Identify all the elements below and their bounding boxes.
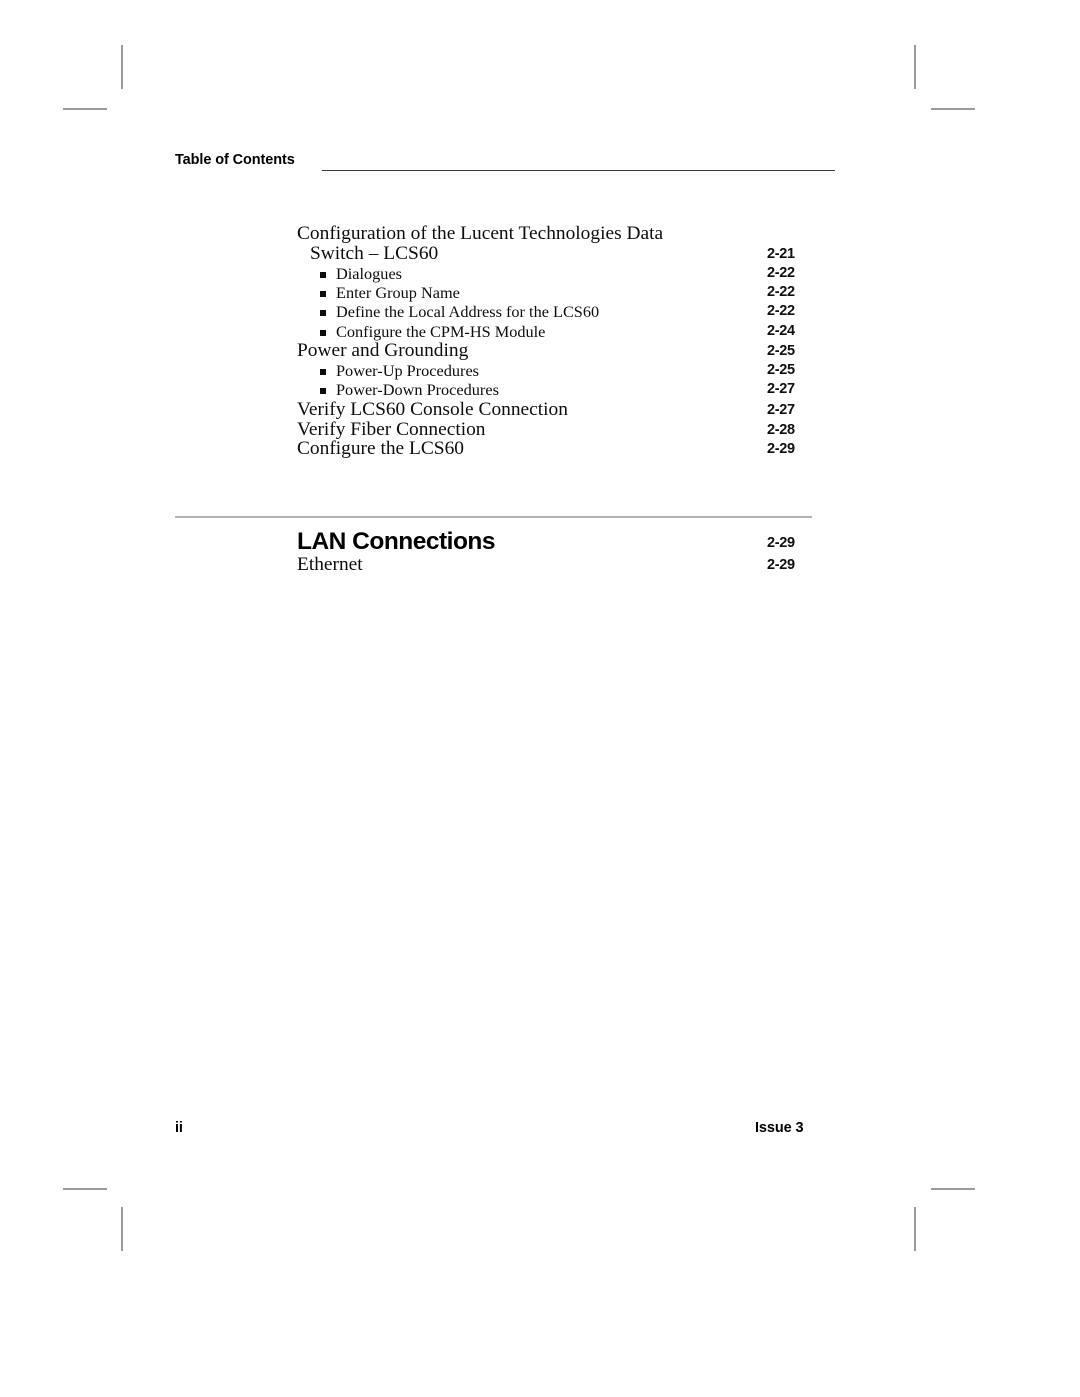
toc-entry[interactable]: Enter Group Name 2-22 (175, 283, 835, 302)
chapter-sub-entry-list: Ethernet 2-29 (175, 555, 835, 575)
filled-square-bullet-icon (320, 368, 326, 375)
toc-entry-label: Verify LCS60 Console Connection (297, 398, 568, 420)
toc-entry-label: Define the Local Address for the LCS60 (336, 302, 600, 322)
toc-entry-page-number: 2-24 (767, 322, 795, 339)
toc-entry[interactable]: Power and Grounding 2-25 (175, 341, 835, 361)
toc-entry-label: Switch – LCS60 (310, 242, 439, 264)
toc-entry-label: Ethernet (297, 554, 363, 575)
running-header-rule (322, 170, 835, 171)
crop-mark-bottom-right-horizontal (931, 1188, 975, 1190)
running-header-label: Table of Contents (175, 152, 295, 168)
toc-entry-page-number: 2-22 (767, 283, 795, 300)
toc-entry[interactable]: Power-Up Procedures 2-25 (175, 361, 835, 380)
toc-entry-label: Configuration of the Lucent Technologies… (297, 223, 664, 244)
toc-entry-page-number: 2-29 (767, 441, 795, 458)
toc-entry[interactable]: Power-Down Procedures 2-27 (175, 380, 835, 399)
filled-square-bullet-icon (320, 290, 326, 297)
toc-entry[interactable]: Verify LCS60 Console Connection 2-27 (175, 398, 835, 420)
toc-entry-page-number: 2-25 (767, 361, 795, 378)
filled-square-bullet-icon (320, 271, 326, 278)
running-header: Table of Contents (175, 152, 835, 176)
running-footer: ii Issue 3 (175, 1120, 835, 1142)
toc-entry-page-number: 2-27 (767, 381, 795, 398)
toc-entry-page-number: 2-22 (767, 303, 795, 320)
toc-entry-label: Configure the LCS60 (297, 438, 464, 460)
crop-mark-top-left-vertical (121, 45, 123, 89)
toc-entry[interactable]: Ethernet 2-29 (175, 555, 835, 575)
toc-entry-label: Verify Fiber Connection (297, 418, 486, 440)
toc-entry-page-number: 2-25 (767, 343, 795, 360)
crop-mark-bottom-left-horizontal (63, 1188, 107, 1190)
crop-mark-top-right-horizontal (931, 108, 975, 110)
filled-square-bullet-icon (320, 388, 326, 395)
toc-entry[interactable]: Switch – LCS60 2-21 (175, 242, 835, 264)
table-of-contents-list: Configuration of the Lucent Technologies… (175, 224, 835, 459)
toc-entry-page-number: 2-29 (767, 557, 795, 573)
filled-square-bullet-icon (320, 329, 326, 336)
toc-entry-label: Power-Down Procedures (336, 380, 499, 400)
footer-page-number: ii (175, 1120, 183, 1136)
toc-entry[interactable]: Dialogues 2-22 (175, 264, 835, 283)
toc-entry-label: Configure the CPM-HS Module (336, 321, 546, 341)
toc-entry[interactable]: Verify Fiber Connection 2-28 (175, 418, 835, 440)
crop-mark-bottom-left-vertical (121, 1207, 123, 1251)
toc-entry-label: Power-Up Procedures (336, 360, 480, 380)
toc-entry[interactable]: Configure the CPM-HS Module 2-24 (175, 322, 835, 341)
toc-entry-page-number: 2-21 (767, 245, 795, 262)
toc-entry[interactable]: Configuration of the Lucent Technologies… (175, 224, 835, 244)
toc-entry-label: Enter Group Name (336, 282, 460, 302)
toc-entry[interactable]: Define the Local Address for the LCS60 2-… (175, 302, 835, 321)
crop-mark-top-right-vertical (914, 45, 916, 89)
toc-entry-page-number: 2-27 (767, 401, 795, 418)
chapter-title: LAN Connections (297, 528, 496, 555)
toc-entry-page-number: 2-22 (767, 264, 795, 281)
footer-issue-label: Issue 3 (755, 1120, 804, 1136)
toc-entry-label: Power and Grounding (297, 340, 469, 362)
filled-square-bullet-icon (320, 310, 326, 317)
chapter-divider-rule (175, 516, 812, 518)
toc-entry-label: Dialogues (336, 263, 403, 283)
crop-mark-bottom-right-vertical (914, 1207, 916, 1251)
toc-entry-page-number: 2-28 (767, 421, 795, 438)
toc-entry[interactable]: Configure the LCS60 2-29 (175, 439, 835, 459)
chapter-page-number: 2-29 (767, 535, 795, 551)
document-page: Table of Contents Configuration of the L… (0, 0, 1080, 1397)
crop-mark-top-left-horizontal (63, 108, 107, 110)
